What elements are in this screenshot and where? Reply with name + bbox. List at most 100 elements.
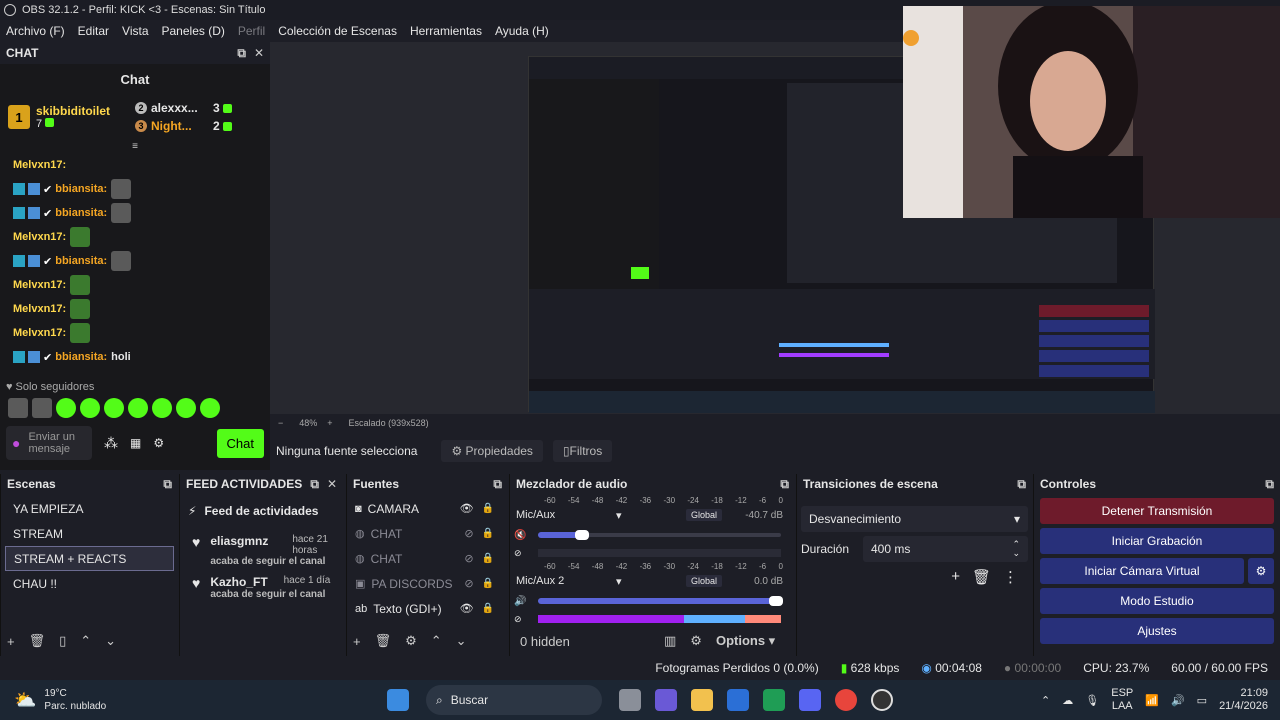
menu-editar[interactable]: Editar <box>78 24 109 38</box>
source-item[interactable]: ◍ CHAT ⊘ 🔒 <box>347 546 508 571</box>
menu-paneles[interactable]: Paneles (D) <box>162 24 225 38</box>
menu-vista[interactable]: Vista <box>122 24 148 38</box>
chat-username[interactable]: bbiansita: <box>55 207 107 219</box>
collapse-icon[interactable]: ≡ <box>0 141 270 153</box>
emote-icon[interactable] <box>128 398 148 418</box>
source-item[interactable]: ◍ CHAT ⊘ 🔒 <box>347 521 508 546</box>
filter-icon[interactable]: ▯ <box>59 633 66 649</box>
float-icon[interactable]: ⧉ <box>310 477 319 492</box>
chat-username[interactable]: bbiansita: <box>55 183 107 195</box>
trash-icon[interactable]: 🗑 <box>29 633 46 649</box>
store-icon[interactable]: ▦ <box>130 436 141 450</box>
discord-icon[interactable] <box>799 689 821 711</box>
obs-icon[interactable] <box>871 689 893 711</box>
feed-user[interactable]: Kazho_FT <box>210 575 267 589</box>
mic-icon[interactable]: 🎙 <box>1085 694 1099 707</box>
emote-icon[interactable] <box>80 398 100 418</box>
start-recording-button[interactable]: Iniciar Grabación <box>1040 528 1274 554</box>
chat-send-button[interactable]: Chat <box>216 428 264 458</box>
emote-icon[interactable] <box>200 398 220 418</box>
emote-icon[interactable] <box>176 398 196 418</box>
zoom-level[interactable]: 48% <box>299 418 317 428</box>
source-item[interactable]: ▣ PA DISCORDS ⊘ 🔒 <box>347 571 508 596</box>
cloud-icon[interactable]: ☁ <box>1062 694 1073 707</box>
monitor-icon[interactable]: ⊘ <box>514 614 538 625</box>
volume-slider[interactable] <box>538 530 781 540</box>
emote-icon[interactable] <box>152 398 172 418</box>
chat-username[interactable]: Melvxn17: <box>13 231 66 243</box>
menu-coleccion[interactable]: Colección de Escenas <box>278 24 397 38</box>
source-item[interactable]: ab Texto (GDI+) 👁 🔒 <box>347 596 508 621</box>
leader-2-name[interactable]: alexxx... <box>151 101 213 115</box>
add-icon[interactable]: + <box>951 568 960 586</box>
transition-select[interactable]: Desvanecimiento ▾ <box>801 506 1028 532</box>
mic-icon[interactable]: ● <box>12 435 20 451</box>
eye-icon[interactable]: 👁 <box>460 502 474 515</box>
chevron-down-icon[interactable]: ▾ <box>616 509 686 522</box>
chat-username[interactable]: Melvxn17: <box>13 159 66 171</box>
layout-icon[interactable]: ▥ <box>664 633 676 649</box>
float-icon[interactable]: ⧉ <box>1017 477 1026 492</box>
volume-knob[interactable] <box>769 596 784 606</box>
eye-hidden-icon[interactable]: ⊘ <box>464 552 473 565</box>
volume-icon[interactable]: 🔊 <box>514 596 538 607</box>
stop-stream-button[interactable]: Detener Transmisión <box>1040 498 1274 524</box>
close-icon[interactable]: ✕ <box>327 477 337 491</box>
volume-knob[interactable] <box>574 530 589 540</box>
emote-icon[interactable] <box>32 398 52 418</box>
float-icon[interactable]: ⧉ <box>1265 477 1274 492</box>
add-icon[interactable]: + <box>353 634 361 649</box>
chat-username[interactable]: Melvxn17: <box>13 279 66 291</box>
properties-button[interactable]: ⚙ Propiedades <box>441 440 543 462</box>
lock-icon[interactable]: 🔒 <box>482 603 494 614</box>
task-view-icon[interactable] <box>619 689 641 711</box>
chat-message-input[interactable]: ● Enviar un mensaje <box>6 426 92 460</box>
scene-item[interactable]: STREAM <box>5 521 174 546</box>
start-virtual-camera-button[interactable]: Iniciar Cámara Virtual <box>1040 558 1244 584</box>
chevron-up-icon[interactable]: ⌃ <box>80 633 91 649</box>
source-item[interactable]: ◙ CAMARA 👁 🔒 <box>347 496 508 521</box>
mute-icon[interactable]: 🔇 <box>514 530 538 541</box>
float-icon[interactable]: ⧉ <box>237 46 246 61</box>
menu-perfil[interactable]: Perfil <box>238 24 265 38</box>
lock-icon[interactable]: 🔒 <box>482 503 494 514</box>
link-icon[interactable]: ⚙ <box>690 633 702 649</box>
chat-username[interactable]: Melvxn17: <box>13 303 66 315</box>
float-icon[interactable]: ⧉ <box>780 477 789 492</box>
word-icon[interactable] <box>727 689 749 711</box>
emote-icon[interactable] <box>56 398 76 418</box>
trash-icon[interactable]: 🗑 <box>375 633 392 649</box>
clock[interactable]: 21:09 21/4/2026 <box>1219 687 1268 713</box>
leader-3-name[interactable]: Night... <box>151 119 213 133</box>
studio-mode-button[interactable]: Modo Estudio <box>1040 588 1274 614</box>
emote-icon[interactable] <box>104 398 124 418</box>
chevron-down-icon[interactable]: ⌄ <box>456 633 467 649</box>
excel-icon[interactable] <box>763 689 785 711</box>
wifi-icon[interactable]: 📶 <box>1145 694 1159 707</box>
menu-archivo[interactable]: Archivo (F) <box>6 24 65 38</box>
battery-icon[interactable]: ▭ <box>1197 694 1207 707</box>
eye-icon[interactable]: 👁 <box>460 602 474 615</box>
scene-item-selected[interactable]: STREAM + REACTS <box>5 546 174 571</box>
taskbar-search[interactable]: ⌕ Buscar <box>426 685 602 715</box>
chevron-up-icon[interactable]: ⌃ <box>431 633 442 649</box>
volume-slider[interactable] <box>538 596 784 606</box>
gear-icon[interactable]: ⚙ <box>405 633 417 649</box>
scene-item[interactable]: CHAU !! <box>5 571 174 596</box>
stepper-icon[interactable]: ⌃ ⌄ <box>1012 540 1020 558</box>
zoom-plus[interactable]: + <box>327 418 332 428</box>
menu-herramientas[interactable]: Herramientas <box>410 24 482 38</box>
feed-user[interactable]: eliasgmnz <box>210 534 268 556</box>
chevron-down-icon[interactable]: ⌄ <box>105 633 116 649</box>
weather-widget[interactable]: ⛅ 19°C Parc. nublado <box>0 687 380 713</box>
chat-username[interactable]: bbiansita: <box>55 255 107 267</box>
chat-username[interactable]: bbiansita: <box>55 351 107 363</box>
add-icon[interactable]: + <box>7 634 15 649</box>
chrome-icon[interactable] <box>835 689 857 711</box>
emote-picker-icon[interactable]: ⁂ <box>104 435 118 452</box>
copilot-icon[interactable] <box>655 689 677 711</box>
trash-icon[interactable]: 🗑 <box>972 568 991 586</box>
eye-hidden-icon[interactable]: ⊘ <box>464 577 473 590</box>
emote-icon[interactable] <box>8 398 28 418</box>
filters-button[interactable]: ▯Filtros <box>552 440 613 462</box>
